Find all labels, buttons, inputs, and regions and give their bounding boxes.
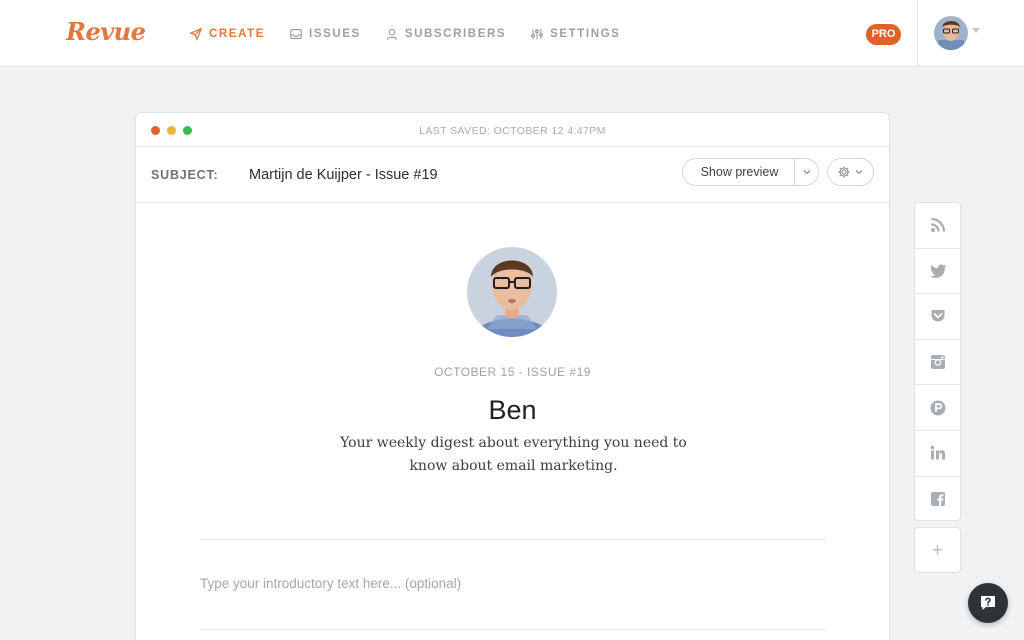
show-preview-button[interactable]: Show preview xyxy=(682,158,819,186)
last-saved-text: LAST SAVED: OCTOBER 12 4:47PM xyxy=(419,125,606,137)
issue-date-number: OCTOBER 15 - ISSUE #19 xyxy=(434,365,591,379)
source-rss[interactable] xyxy=(915,203,960,249)
nav-issues[interactable]: Issues xyxy=(289,27,361,41)
instagram-icon xyxy=(930,355,945,370)
twitter-icon xyxy=(929,264,946,278)
newsletter-description[interactable]: Your weekly digest about everything you … xyxy=(326,432,701,478)
inbox-icon xyxy=(290,28,302,39)
content-sources-sidebar xyxy=(914,202,961,521)
newsletter-name[interactable]: Ben xyxy=(136,395,889,426)
nav-issues-label: Issues xyxy=(309,27,361,40)
content-divider-top xyxy=(200,539,826,540)
user-icon xyxy=(386,28,398,40)
nav-create[interactable]: Create xyxy=(189,27,265,41)
source-producthunt[interactable] xyxy=(915,385,960,431)
paper-plane-icon xyxy=(189,27,203,41)
editor-titlebar: LAST SAVED: OCTOBER 12 4:47PM xyxy=(136,113,889,147)
producthunt-icon xyxy=(930,400,945,416)
source-facebook[interactable] xyxy=(915,477,960,523)
account-menu-caret[interactable] xyxy=(972,28,980,33)
plus-icon: + xyxy=(932,539,943,560)
user-avatar[interactable] xyxy=(934,16,968,50)
pocket-icon xyxy=(931,310,944,322)
show-preview-label: Show preview xyxy=(700,165,779,179)
settings-dropdown-button[interactable] xyxy=(827,158,874,186)
gear-icon xyxy=(838,166,850,178)
revue-logo[interactable]: Revue xyxy=(66,17,146,46)
linkedin-icon xyxy=(930,445,945,460)
subject-label: SUBJECT: xyxy=(151,168,219,182)
content-divider-bottom xyxy=(200,629,826,630)
subject-input[interactable]: Martijn de Kuijper - Issue #19 xyxy=(249,167,438,183)
chevron-down-icon xyxy=(855,170,863,175)
nav-settings[interactable]: Settings xyxy=(530,27,620,41)
nav-settings-label: Settings xyxy=(550,27,621,40)
help-chat-icon xyxy=(981,596,995,610)
facebook-icon xyxy=(930,492,945,507)
main-nav: Create Issues Subscribers Settings xyxy=(189,0,620,67)
preview-dropdown-toggle[interactable] xyxy=(794,159,818,185)
intro-text-input[interactable]: Type your introductory text here... (opt… xyxy=(200,576,461,591)
source-pocket[interactable] xyxy=(915,294,960,340)
nav-subscribers[interactable]: Subscribers xyxy=(385,27,506,41)
pro-badge: PRO xyxy=(866,24,901,45)
nav-subscribers-label: Subscribers xyxy=(404,27,507,40)
add-source-button[interactable]: + xyxy=(914,527,961,573)
profile-photo xyxy=(467,247,557,337)
avatar-image xyxy=(934,16,968,50)
nav-divider xyxy=(917,0,918,67)
source-instagram[interactable] xyxy=(915,340,960,386)
profile-avatar[interactable] xyxy=(467,247,557,337)
top-navigation-bar: Revue Create Issues Subscribers Settings… xyxy=(0,0,1024,67)
subject-row: SUBJECT: Martijn de Kuijper - Issue #19 … xyxy=(136,147,889,203)
chevron-down-icon xyxy=(803,170,810,175)
issue-editor: LAST SAVED: OCTOBER 12 4:47PM SUBJECT: M… xyxy=(135,112,890,640)
source-twitter[interactable] xyxy=(915,249,960,295)
sliders-icon xyxy=(531,28,543,39)
nav-create-label: Create xyxy=(209,27,266,40)
help-chat-button[interactable] xyxy=(968,583,1008,623)
rss-icon xyxy=(930,218,945,233)
source-linkedin[interactable] xyxy=(915,431,960,477)
